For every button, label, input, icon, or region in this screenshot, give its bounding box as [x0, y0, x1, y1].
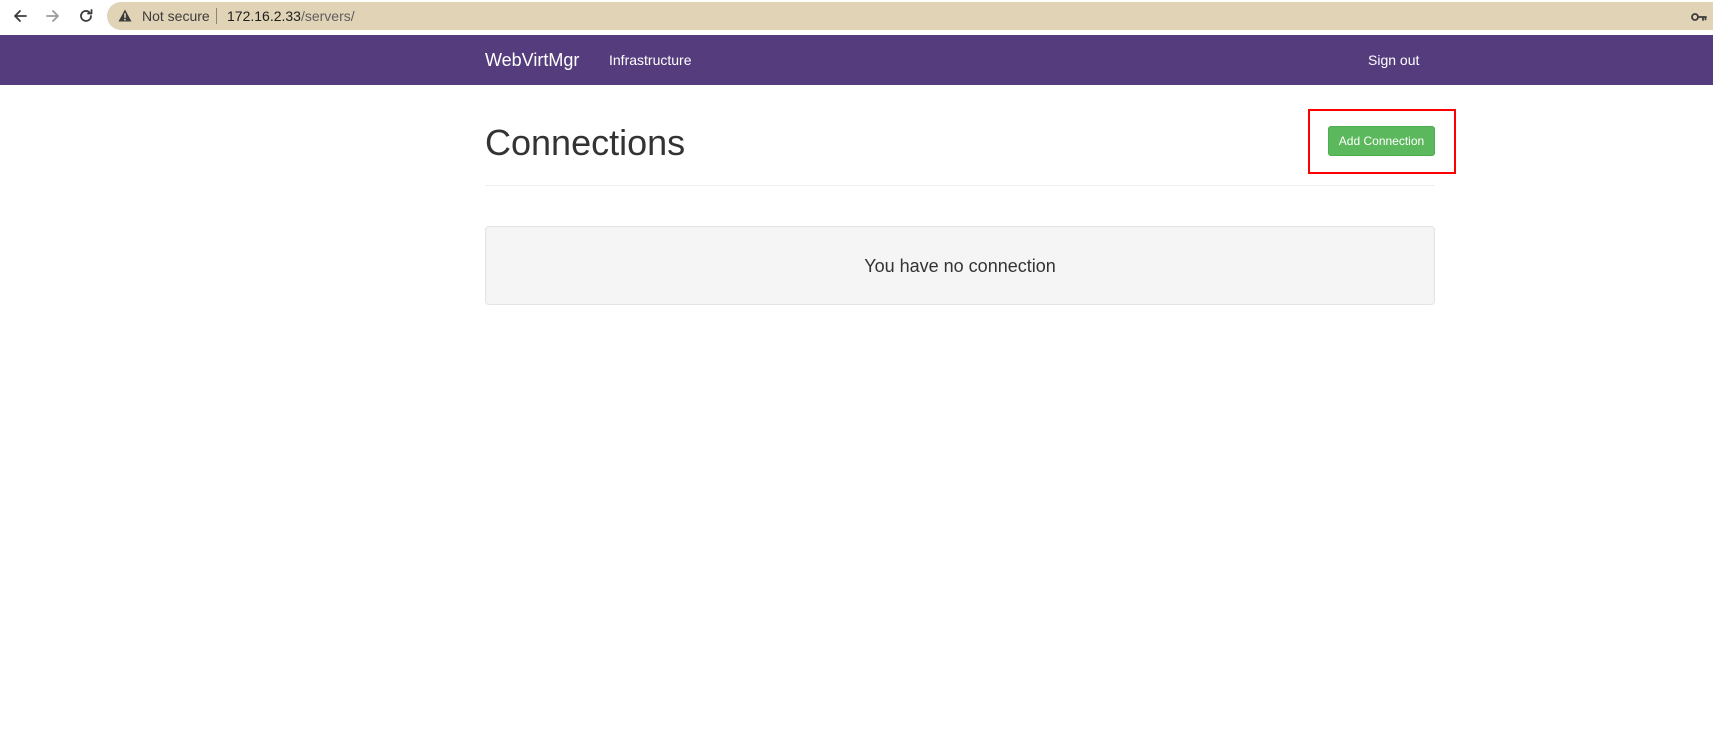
app-navbar: WebVirtMgr Infrastructure Sign out [0, 35, 1713, 85]
sign-out-link[interactable]: Sign out [1368, 52, 1419, 68]
url-path: /servers/ [300, 8, 355, 24]
address-bar[interactable]: Not secure 172.16.2.33/servers/ [107, 2, 1713, 30]
reload-button[interactable] [74, 4, 98, 28]
back-arrow-icon [14, 10, 27, 22]
add-connection-button[interactable]: Add Connection [1328, 126, 1435, 156]
omnibox-divider [216, 8, 217, 24]
back-button[interactable] [8, 4, 32, 28]
reload-icon [80, 9, 93, 22]
forward-button[interactable] [41, 4, 65, 28]
url-host: 172.16.2.33 [227, 8, 301, 24]
page-title: Connections [485, 122, 686, 163]
empty-state-panel: You have no connection [485, 226, 1435, 305]
empty-state-message: You have no connection [864, 255, 1056, 276]
url-text[interactable]: 172.16.2.33/servers/ [227, 8, 355, 24]
brand-link[interactable]: WebVirtMgr [485, 50, 579, 70]
page-header-divider [485, 185, 1435, 186]
nav-link-infrastructure[interactable]: Infrastructure [609, 52, 691, 68]
warning-triangle-icon[interactable] [118, 9, 132, 27]
forward-arrow-icon [46, 10, 59, 22]
browser-toolbar: Not secure 172.16.2.33/servers/ [0, 0, 1713, 32]
security-status-label[interactable]: Not secure [142, 8, 210, 24]
key-icon[interactable] [1691, 10, 1707, 28]
